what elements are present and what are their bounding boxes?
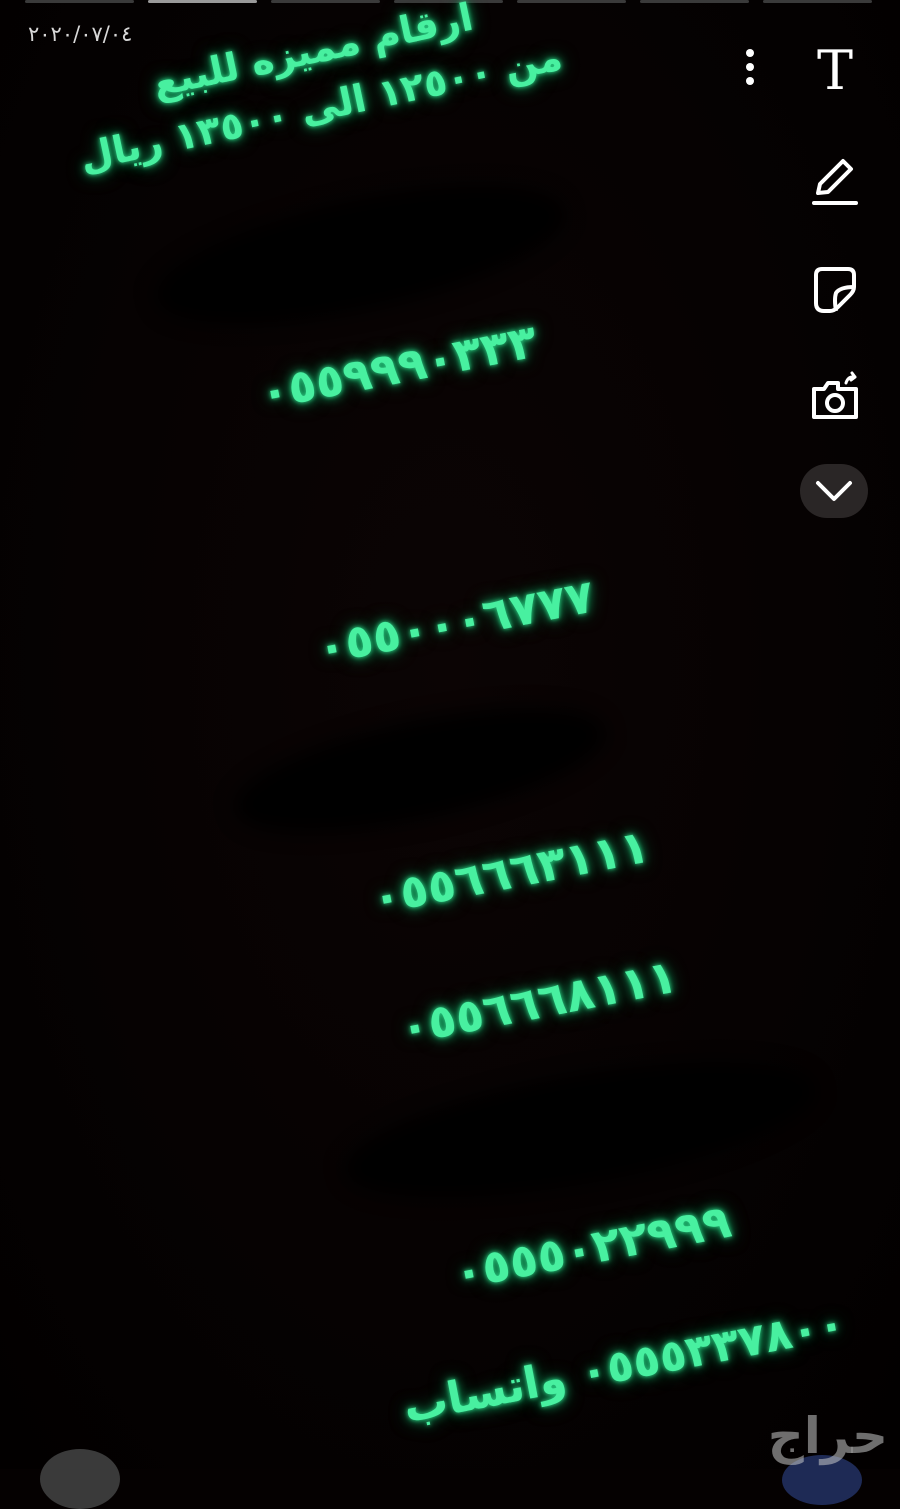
more-icon [746, 77, 754, 85]
more-icon [746, 49, 754, 57]
progress-segment-active [148, 0, 257, 3]
more-icon [746, 63, 754, 71]
more-options-button[interactable] [740, 44, 760, 92]
text-icon: T [816, 38, 854, 102]
story-date: ٢٠٢٠/٠٧/٠٤ [28, 22, 133, 46]
camera-icon [812, 371, 858, 419]
text-tool-button[interactable]: T [805, 38, 865, 102]
sticker-icon [814, 267, 856, 313]
watermark-logo: حراج [767, 1407, 890, 1465]
progress-segment [517, 0, 626, 3]
collapse-toolbar-button[interactable] [800, 464, 868, 518]
sticker-tool-button[interactable] [805, 258, 865, 318]
pen-icon [812, 159, 858, 205]
progress-segment [640, 0, 749, 3]
chevron-down-icon [816, 481, 852, 501]
avatar-bubble [40, 1449, 120, 1509]
camera-tool-button[interactable] [805, 368, 865, 428]
progress-segment [763, 0, 872, 3]
draw-tool-button[interactable] [805, 150, 865, 210]
progress-segment [25, 0, 134, 3]
progress-segment [271, 0, 380, 3]
